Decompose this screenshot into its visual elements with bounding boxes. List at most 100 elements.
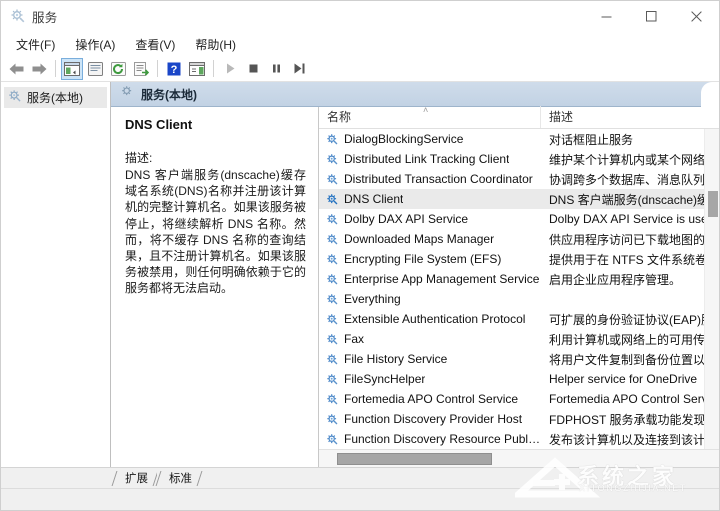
menu-bar: 文件(F) 操作(A) 查看(V) 帮助(H) <box>1 32 719 56</box>
cell-service-name: DialogBlockingService <box>319 132 541 146</box>
service-gear-icon <box>326 353 339 366</box>
table-row[interactable]: Everything <box>319 289 719 309</box>
pane-split: DNS Client 描述: DNS 客户端服务(dnscache)缓存域名系统… <box>111 106 719 467</box>
service-name-label: Extensible Authentication Protocol <box>344 312 526 326</box>
horizontal-scrollbar-thumb[interactable] <box>337 453 492 465</box>
service-gear-icon <box>326 273 339 286</box>
cell-service-name: Dolby DAX API Service <box>319 212 541 226</box>
table-row[interactable]: Distributed Transaction Coordinator 协调跨多个… <box>319 169 719 189</box>
service-gear-icon <box>326 413 339 426</box>
cell-service-name: Encrypting File System (EFS) <box>319 252 541 266</box>
table-row[interactable]: Distributed Link Tracking Client 维护某个计算机内… <box>319 149 719 169</box>
stop-service-button[interactable] <box>242 58 264 80</box>
toolbar-separator-1 <box>55 60 56 77</box>
detail-description-text: DNS 客户端服务(dnscache)缓存域名系统(DNS)名称并注册该计算机的… <box>125 168 306 296</box>
table-row[interactable]: DNS Client DNS 客户端服务(dnscache)缓存 <box>319 189 719 209</box>
sort-ascending-icon: ˄ <box>423 105 429 115</box>
maximize-button[interactable] <box>629 1 674 32</box>
close-button[interactable] <box>674 1 719 32</box>
cell-service-name: Extensible Authentication Protocol <box>319 312 541 326</box>
cell-service-description: 将用户文件复制到备份位置以防 <box>549 352 718 367</box>
services-gear-icon <box>121 85 134 103</box>
svg-text:?: ? <box>171 64 178 76</box>
toolbar: ? <box>1 56 719 82</box>
service-name-label: Encrypting File System (EFS) <box>344 252 502 266</box>
cell-service-description: 利用计算机或网络上的可用传真 <box>549 332 718 347</box>
sidebar-item-services-local[interactable]: 服务(本地) <box>4 87 107 108</box>
table-row[interactable]: Function Discovery Provider Host FDPHOST … <box>319 409 719 429</box>
detail-description-label: 描述: <box>125 151 153 165</box>
service-name-label: Fax <box>344 332 365 346</box>
cell-service-description: 协调跨多个数据库、消息队列、 <box>549 172 718 187</box>
service-gear-icon <box>326 233 339 246</box>
table-row[interactable]: Fortemedia APO Control Service Fortemedia… <box>319 389 719 409</box>
cell-service-description: FDPHOST 服务承载功能发现(F <box>549 412 717 427</box>
table-row[interactable]: DialogBlockingService 对话框阻止服务 <box>319 129 719 149</box>
start-service-button[interactable] <box>219 58 241 80</box>
table-row[interactable]: Fax 利用计算机或网络上的可用传真 <box>319 329 719 349</box>
pane-header-title: 服务(本地) <box>141 87 197 102</box>
back-button[interactable] <box>5 58 27 80</box>
cell-service-name: Distributed Link Tracking Client <box>319 152 541 166</box>
pause-service-button[interactable] <box>265 58 287 80</box>
service-name-label: Downloaded Maps Manager <box>344 232 495 246</box>
vertical-scrollbar-thumb[interactable] <box>708 191 718 217</box>
properties-button[interactable] <box>84 58 106 80</box>
help-button[interactable]: ? <box>163 58 185 80</box>
list-column-headers: 名称 ˄ 描述 <box>319 106 719 129</box>
table-row[interactable]: Encrypting File System (EFS) 提供用于在 NTFS 文… <box>319 249 719 269</box>
table-row[interactable]: File History Service 将用户文件复制到备份位置以防 <box>319 349 719 369</box>
forward-button[interactable] <box>28 58 50 80</box>
cell-service-name: Everything <box>319 292 541 306</box>
menu-help[interactable]: 帮助(H) <box>186 33 245 56</box>
table-row[interactable]: Downloaded Maps Manager 供应用程序访问已下载地图的 W <box>319 229 719 249</box>
service-gear-icon <box>326 393 339 406</box>
window-title: 服务 <box>32 10 58 25</box>
cell-service-description: DNS 客户端服务(dnscache)缓存 <box>549 192 719 207</box>
service-gear-icon <box>326 173 339 186</box>
services-gear-icon <box>8 89 22 106</box>
column-header-name-label: 名称 <box>327 110 352 124</box>
sidebar-item-label: 服务(本地) <box>27 91 83 105</box>
refresh-button[interactable] <box>107 58 129 80</box>
cell-service-name: Fortemedia APO Control Service <box>319 392 541 406</box>
table-row[interactable]: Dolby DAX API Service Dolby DAX API Servi… <box>319 209 719 229</box>
service-name-label: Distributed Link Tracking Client <box>344 152 510 166</box>
vertical-scrollbar[interactable] <box>704 129 719 449</box>
cell-service-name: Downloaded Maps Manager <box>319 232 541 246</box>
cell-service-description: 发布该计算机以及连接到该计算 <box>549 432 718 447</box>
window-body: 服务(本地) 服务(本地) DNS Client 描述: DNS 客户端服务(d… <box>1 82 719 467</box>
tab-extended[interactable]: 扩展 <box>113 469 157 488</box>
cell-service-name: Distributed Transaction Coordinator <box>319 172 541 186</box>
show-action-pane-button[interactable] <box>186 58 208 80</box>
table-row[interactable]: Extensible Authentication Protocol 可扩展的身份… <box>319 309 719 329</box>
toolbar-separator-2 <box>157 60 158 77</box>
restart-service-button[interactable] <box>288 58 310 80</box>
menu-action[interactable]: 操作(A) <box>66 33 124 56</box>
service-name-label: Function Discovery Resource Public... <box>344 432 541 446</box>
table-row[interactable]: Enterprise App Management Service 启用企业应用程… <box>319 269 719 289</box>
table-row[interactable]: FileSyncHelper Helper service for OneDriv… <box>319 369 719 389</box>
horizontal-scrollbar[interactable] <box>319 449 719 467</box>
column-header-description[interactable]: 描述 <box>541 106 719 128</box>
cell-service-description: 对话框阻止服务 <box>549 132 634 147</box>
table-row[interactable]: Function Discovery Resource Public... 发布该… <box>319 429 719 449</box>
service-name-label: Distributed Transaction Coordinator <box>344 172 533 186</box>
cell-service-name: Function Discovery Resource Public... <box>319 432 541 446</box>
show-hide-tree-button[interactable] <box>61 57 83 80</box>
column-header-name[interactable]: 名称 ˄ <box>319 106 541 128</box>
menu-file[interactable]: 文件(F) <box>7 33 64 56</box>
minimize-button[interactable] <box>584 1 629 32</box>
menu-view[interactable]: 查看(V) <box>126 33 184 56</box>
export-list-button[interactable] <box>130 58 152 80</box>
status-bar <box>1 488 719 510</box>
service-name-label: DNS Client <box>344 192 404 206</box>
cell-service-description: 启用企业应用程序管理。 <box>549 272 682 287</box>
cell-service-name: File History Service <box>319 352 541 366</box>
cell-service-description: Dolby DAX API Service is used <box>549 212 715 226</box>
cell-service-description: 提供用于在 NTFS 文件系统卷上 <box>549 252 719 267</box>
console-tree-pane: 服务(本地) <box>1 82 111 467</box>
service-gear-icon <box>326 153 339 166</box>
tab-standard[interactable]: 标准 <box>157 469 201 488</box>
service-gear-icon <box>326 193 339 206</box>
